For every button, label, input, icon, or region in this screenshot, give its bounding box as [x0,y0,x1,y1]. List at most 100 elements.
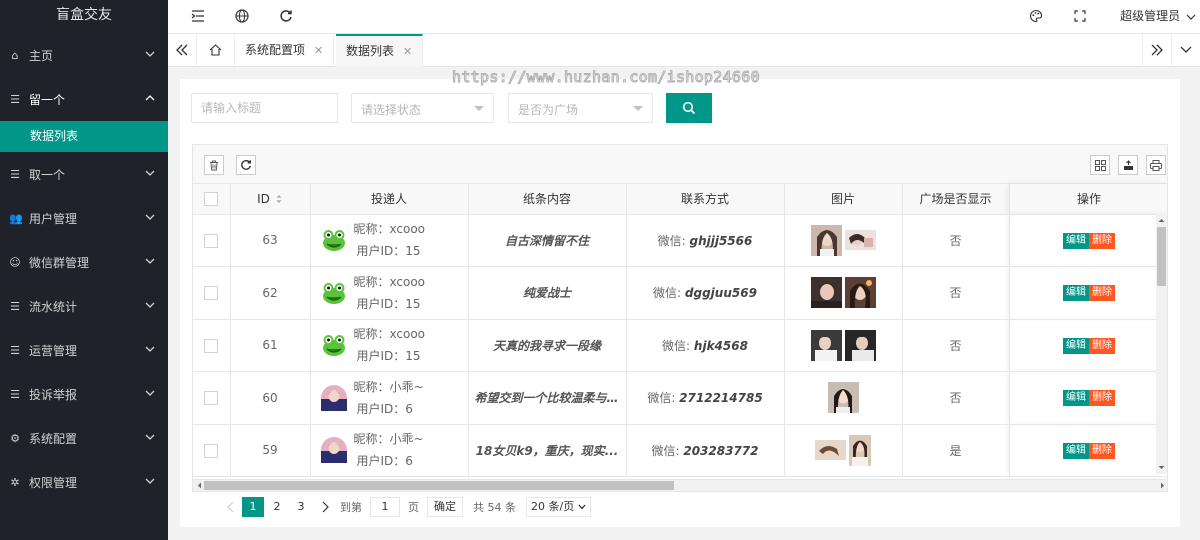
user-id: 用户ID：15 [356,296,421,311]
photo-thumbnail[interactable] [849,434,871,466]
tabs-scroll-right-button[interactable] [1142,34,1171,66]
scroll-right-arrow-icon[interactable] [1158,480,1167,491]
row-checkbox[interactable] [204,233,219,248]
tabs-menu-button[interactable] [1171,34,1200,66]
sidebar-item-user-management[interactable]: 👥 用户管理 [0,196,168,240]
column-header-id[interactable]: ID [230,184,311,215]
edit-button[interactable]: 编辑 [1063,442,1089,459]
scroll-left-arrow-icon[interactable] [195,480,204,491]
prev-page-icon[interactable] [220,497,242,517]
status-select[interactable]: 请选择状态 [351,93,494,123]
refresh-icon[interactable] [278,8,294,24]
goto-page-input[interactable]: 1 [370,497,400,517]
page-button-1[interactable]: 1 [242,497,264,517]
plaza-value: 否 [902,266,1010,320]
scrollbar-thumb[interactable] [1157,227,1166,286]
table-toolbar [193,145,1167,184]
photo-thumbnail[interactable] [844,230,876,251]
photo-thumbnail[interactable] [810,224,842,256]
sidebar-item-leave-one[interactable]: ☰ 留一个 [0,77,168,121]
chevron-down-icon [145,302,155,308]
globe-icon[interactable] [234,8,250,24]
refresh-table-button[interactable] [236,155,256,175]
user-menu[interactable]: 超级管理员 [1120,0,1200,34]
table-row: 59 昵称：小乖~ 用户ID：6 18女贝k9，重庆，现实... 微信: 2032… [193,424,1167,477]
nickname: 昵称：xcooo [353,274,426,289]
print-button[interactable] [1146,155,1166,175]
total-count: 共 54 条 [473,501,516,514]
search-button[interactable] [666,93,712,123]
row-checkbox[interactable] [204,338,219,353]
title-search-input[interactable] [192,94,337,122]
scroll-up-arrow-icon[interactable] [1156,216,1167,225]
columns-filter-button[interactable] [1090,155,1110,175]
refresh-icon [241,159,251,170]
plaza-value: 否 [902,214,1010,267]
row-checkbox[interactable] [204,443,219,458]
print-icon [1150,159,1162,171]
row-checkbox[interactable] [204,391,219,405]
sidebar-item-wechat-groups[interactable]: ☺ 微信群管理 [0,240,168,284]
sidebar-item-label: 留一个 [29,92,66,107]
close-icon[interactable]: ✕ [314,44,323,57]
tabs-scroll-left-button[interactable] [168,34,197,66]
page-size-value: 20 条/页 [531,500,575,513]
row-checkbox[interactable] [204,286,219,300]
row-id: 61 [230,319,311,372]
photo-thumbnail[interactable] [815,440,846,461]
home-tab-button[interactable] [197,34,235,66]
tab-data-list[interactable]: 数据列表 ✕ [336,34,424,67]
edit-button[interactable]: 编辑 [1063,285,1089,302]
wechat-icon: ☺ [9,255,21,269]
delete-button[interactable]: 删除 [1089,232,1115,249]
sidebar-item-label: 投诉举报 [29,387,78,402]
scrollbar-thumb[interactable] [204,481,674,490]
sort-icon[interactable] [275,194,283,204]
delete-selected-button[interactable] [204,155,224,175]
page-button-3[interactable]: 3 [290,497,312,517]
delete-button[interactable]: 删除 [1089,442,1115,459]
column-header-sender: 投递人 [310,184,469,215]
scroll-down-arrow-icon[interactable] [1156,463,1167,472]
export-button[interactable] [1118,155,1138,175]
sidebar-item-home[interactable]: ⌂ 主页 [0,33,168,77]
select-all-checkbox[interactable] [204,192,219,206]
edit-button[interactable]: 编辑 [1063,390,1089,407]
search-icon [682,101,696,115]
note-content: 纯爱战士 [522,286,571,301]
close-icon[interactable]: ✕ [403,45,412,58]
collapse-sidebar-icon[interactable] [190,8,206,24]
goto-confirm-button[interactable]: 确定 [427,497,463,517]
chevron-down-icon [145,51,155,57]
tab-system-config[interactable]: 系统配置项 ✕ [235,34,335,67]
plaza-select[interactable]: 是否为广场 [508,93,653,123]
tab-label: 系统配置项 [245,43,306,57]
next-page-icon[interactable] [314,497,336,517]
edit-button[interactable]: 编辑 [1063,232,1089,249]
delete-button[interactable]: 删除 [1089,390,1115,407]
photo-thumbnail[interactable] [827,382,859,414]
page-size-select[interactable]: 20 条/页 [526,497,591,517]
sidebar-item-take-one[interactable]: ☰ 取一个 [0,152,168,196]
sidebar-item-flow-stats[interactable]: ☰ 流水统计 [0,284,168,328]
chevron-down-icon [145,346,155,352]
delete-button[interactable]: 删除 [1089,285,1115,302]
edit-button[interactable]: 编辑 [1063,337,1089,354]
delete-button[interactable]: 删除 [1089,337,1115,354]
sidebar-item-complaints[interactable]: ☰ 投诉举报 [0,372,168,416]
photo-thumbnail[interactable] [844,329,876,361]
photo-thumbnail[interactable] [844,277,876,309]
caret-down-icon [474,106,484,111]
sidebar-item-system-config[interactable]: ⚙ 系统配置 [0,416,168,460]
sidebar-item-operations[interactable]: ☰ 运营管理 [0,328,168,372]
photo-thumbnail[interactable] [810,277,842,309]
fullscreen-icon[interactable] [1072,8,1088,24]
theme-palette-icon[interactable] [1028,8,1044,24]
sidebar-item-permissions[interactable]: ✲ 权限管理 [0,460,168,504]
page-button-2[interactable]: 2 [266,497,288,517]
photo-thumbnail[interactable] [810,329,842,361]
sidebar-subitem-data-list[interactable]: 数据列表 [0,121,168,152]
plaza-value: 是 [902,424,1010,477]
horizontal-scrollbar[interactable] [193,479,1167,491]
vertical-scrollbar[interactable] [1156,214,1167,474]
